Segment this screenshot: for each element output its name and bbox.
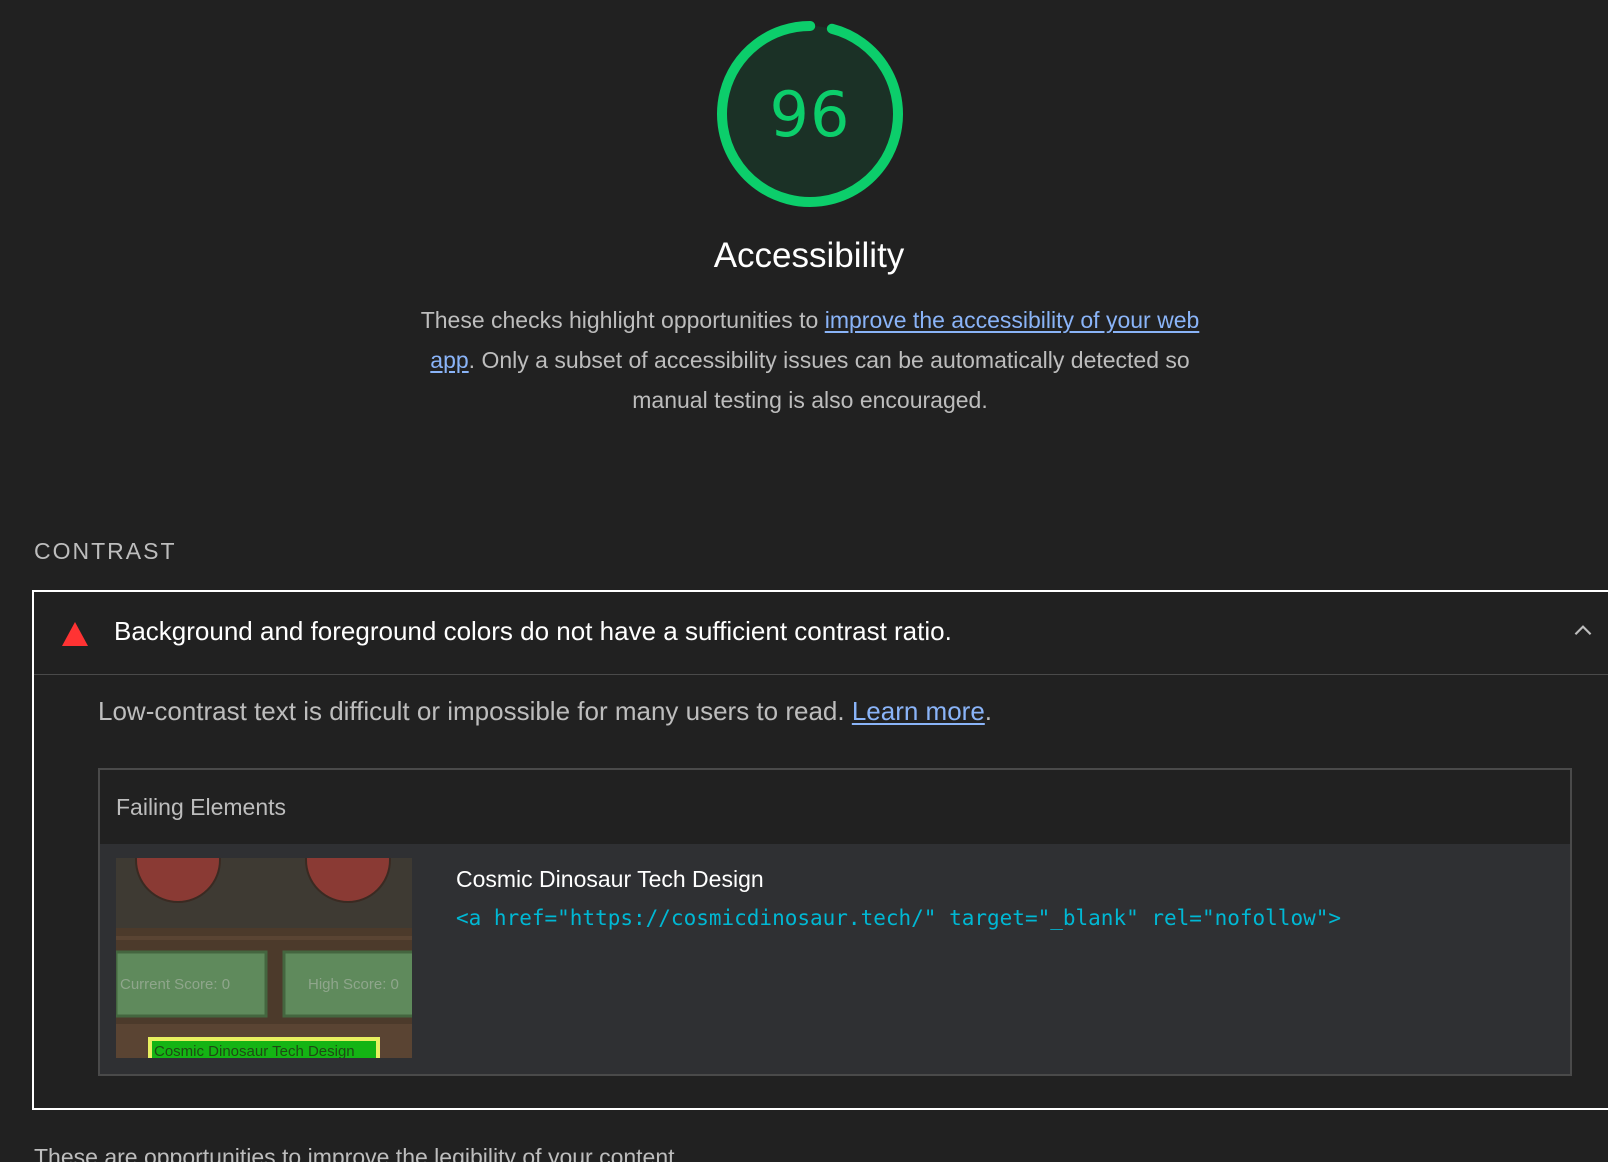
score-value: 96 [769, 77, 851, 151]
audit-title: Background and foreground colors do not … [114, 616, 952, 646]
audit-description: Low-contrast text is difficult or imposs… [98, 696, 992, 727]
node-snippet[interactable]: <a href="https://cosmicdinosaur.tech/" t… [456, 906, 1341, 930]
table-row[interactable]: Current Score: 0 High Score: 0 Cosmic Di… [100, 844, 1570, 1074]
chevron-up-icon[interactable] [1570, 618, 1596, 644]
lighthouse-report: 96 Accessibility These checks highlight … [0, 0, 1608, 1162]
audit-header-toggle[interactable]: Background and foreground colors do not … [34, 592, 1608, 675]
group-title: CONTRAST [34, 538, 177, 564]
group-description: These are opportunities to improve the l… [34, 1144, 681, 1162]
screenshot-current-score: Current Score: 0 [120, 976, 230, 993]
screenshot-highlight-text: Cosmic Dinosaur Tech Design [154, 1043, 355, 1058]
learn-more-link[interactable]: Learn more [852, 696, 985, 726]
contrast-audit: Background and foreground colors do not … [32, 590, 1608, 1110]
warning-triangle-icon [62, 622, 88, 646]
audit-description-period: . [984, 696, 993, 726]
column-header: Failing Elements [116, 794, 287, 820]
screenshot-high-score: High Score: 0 [308, 976, 399, 993]
element-screenshot-image: Current Score: 0 High Score: 0 Cosmic Di… [116, 858, 412, 1058]
category-description-text: These checks highlight opportunities to [420, 307, 825, 333]
node-label: Cosmic Dinosaur Tech Design [456, 866, 764, 892]
score-gauge: 96 [712, 16, 908, 212]
element-screenshot[interactable]: Current Score: 0 High Score: 0 Cosmic Di… [116, 858, 412, 1058]
failing-elements-table: Failing Elements Current Score: 0 High S… [98, 768, 1572, 1076]
category-description-text-end: . Only a subset of accessibility issues … [468, 347, 1190, 413]
category-description: These checks highlight opportunities to … [420, 300, 1200, 420]
category-title: Accessibility [713, 236, 905, 275]
table-header: Failing Elements [100, 770, 1570, 844]
audit-description-text: Low-contrast text is difficult or imposs… [98, 696, 852, 726]
